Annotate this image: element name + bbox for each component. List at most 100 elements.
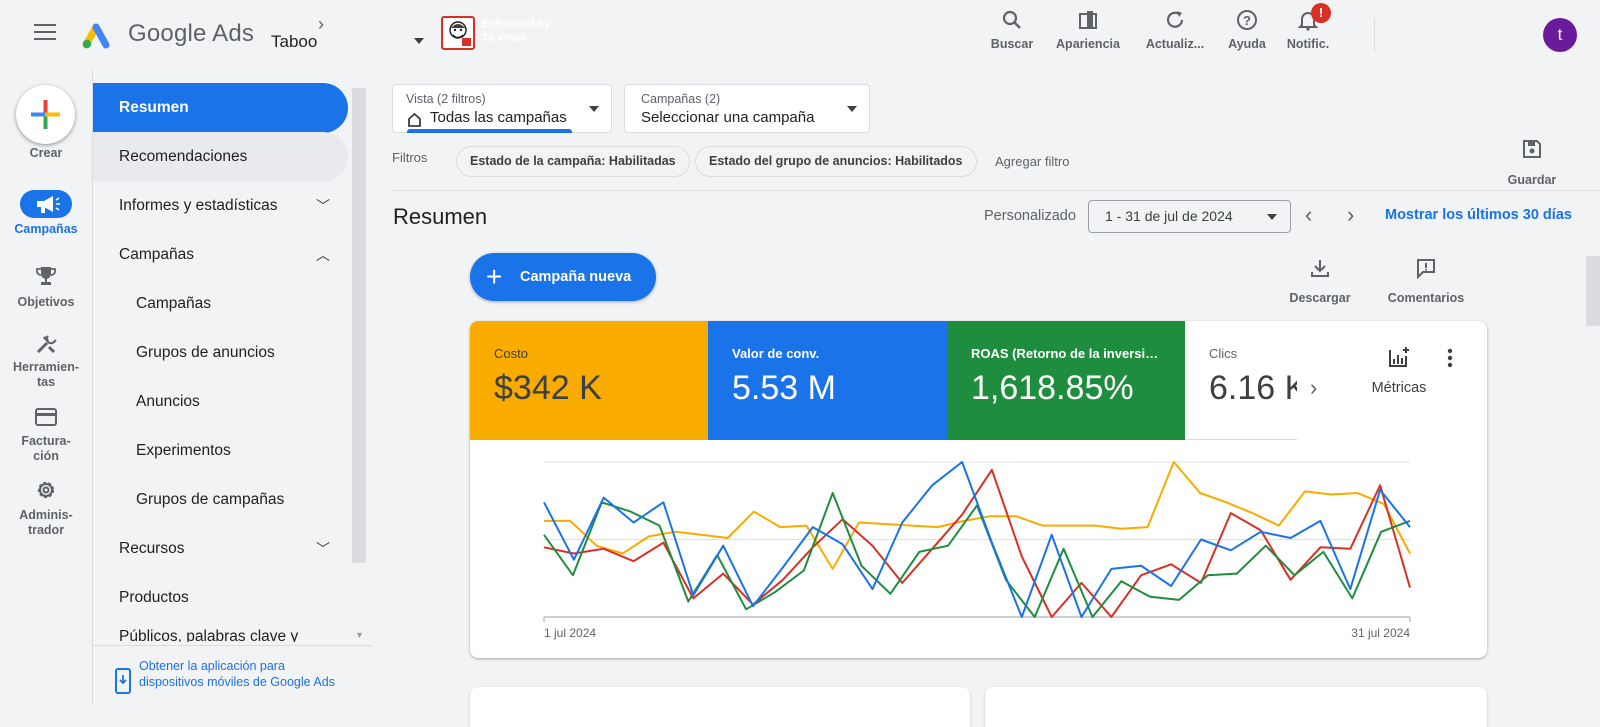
- view-selector-active-indicator: [407, 129, 572, 133]
- chevron-up-icon: ︿: [316, 247, 330, 263]
- menu-item-campanas-sub[interactable]: Campañas: [93, 279, 348, 329]
- menu-item-label: Públicos, palabras clave y: [119, 628, 299, 642]
- nav-campaigns[interactable]: [20, 190, 72, 218]
- show-last-30-days-link[interactable]: Mostrar los últimos 30 días: [1385, 207, 1572, 223]
- mobile-app-promo[interactable]: Obtener la aplicación para dispositivos …: [93, 645, 373, 705]
- menu-item-label: Productos: [119, 589, 189, 606]
- notification-badge: !: [1311, 3, 1331, 23]
- view-selector[interactable]: Vista (2 filtros) Todas las campañas: [392, 84, 612, 133]
- menu-scrollbar[interactable]: [352, 88, 366, 563]
- refresh-button[interactable]: Actualiz...: [1135, 8, 1215, 51]
- account-dropdown-caret-icon[interactable]: [414, 38, 424, 44]
- filters-label: Filtros: [392, 150, 428, 165]
- add-filter-button[interactable]: Agregar filtro: [995, 154, 1069, 169]
- download-button[interactable]: Descargar: [1287, 257, 1353, 305]
- nav-goals-label[interactable]: Objetivos: [0, 295, 92, 310]
- notifications-button[interactable]: ! Notific.: [1268, 3, 1348, 51]
- main-menu-button[interactable]: [34, 24, 56, 42]
- phone-icon: [115, 668, 131, 694]
- scroll-down-arrow-icon[interactable]: ▼: [355, 630, 364, 640]
- download-label: Descargar: [1289, 291, 1351, 305]
- campaign-selector[interactable]: Campañas (2) Seleccionar una campaña: [624, 84, 870, 133]
- help-icon: ?: [1237, 10, 1257, 30]
- appearance-button[interactable]: Apariencia: [1048, 8, 1128, 51]
- series-line-0: [544, 461, 1411, 570]
- nav-billing-label[interactable]: Factura- ción: [0, 434, 92, 464]
- scorecard-roas[interactable]: ROAS (Retorno de la inversión publicitar…: [947, 321, 1187, 440]
- comments-button[interactable]: Comentarios: [1386, 257, 1466, 305]
- extension-text: Enhanced by Ta Vincil: [482, 18, 551, 44]
- gear-icon[interactable]: [34, 478, 58, 502]
- scorecard-name: Clics: [1209, 346, 1238, 361]
- tools-icon[interactable]: [34, 332, 58, 356]
- view-selector-value: Todas las campañas: [430, 109, 567, 126]
- credit-card-icon[interactable]: [34, 407, 58, 427]
- menu-item-grupos-anuncios[interactable]: Grupos de anuncios: [93, 328, 348, 378]
- menu-item-resumen[interactable]: Resumen: [93, 83, 348, 133]
- x-tick-label-end: 31 jul 2024: [1351, 626, 1410, 640]
- chevron-right-icon[interactable]: ›: [318, 14, 324, 35]
- main-content: Vista (2 filtros) Todas las campañas Cam…: [372, 70, 1600, 727]
- section-menu: Resumen Recomendaciones Informes y estad…: [92, 70, 373, 705]
- filter-chip-adgroup-status[interactable]: Estado del grupo de anuncios: Habilitado…: [695, 146, 977, 177]
- extension-logo-icon[interactable]: [441, 16, 475, 50]
- menu-item-label: Informes y estadísticas: [119, 197, 278, 214]
- menu-item-recursos[interactable]: Recursos ﹀: [93, 524, 348, 574]
- metrics-button[interactable]: Métricas: [1355, 345, 1443, 396]
- scorecard-value: 1,618.85%: [971, 369, 1134, 407]
- scorecard-value: 5.53 M: [732, 369, 836, 407]
- scorecard-conv-value[interactable]: Valor de conv. 5.53 M: [708, 321, 951, 440]
- nav-tools-label[interactable]: Herramien- tas: [0, 360, 92, 390]
- primary-nav: Crear Campañas Objetivos Herramien- tas …: [0, 70, 92, 705]
- previous-period-icon[interactable]: ‹: [1305, 202, 1312, 228]
- menu-item-label: Grupos de campañas: [136, 491, 285, 508]
- dropdown-caret-icon: [589, 106, 599, 112]
- menu-item-label: Recomendaciones: [119, 148, 248, 165]
- more-vert-icon[interactable]: [1445, 347, 1455, 369]
- summary-card: [985, 687, 1487, 727]
- menu-item-experimentos[interactable]: Experimentos: [93, 426, 348, 476]
- nav-admin-label[interactable]: Adminis- trador: [0, 508, 92, 538]
- account-name[interactable]: Taboo: [271, 32, 317, 52]
- performance-line-chart: 1 jul 2024 31 jul 2024: [543, 461, 1411, 640]
- comment-icon: [1417, 259, 1435, 280]
- scorecards-next-icon[interactable]: ›: [1310, 375, 1317, 401]
- avatar[interactable]: t: [1543, 18, 1577, 52]
- campaign-selector-value: Seleccionar una campaña: [641, 109, 815, 126]
- scorecard-cost[interactable]: Costo $342 K: [470, 321, 713, 440]
- filter-chip-campaign-status[interactable]: Estado de la campaña: Habilitadas: [456, 146, 690, 177]
- menu-item-anuncios[interactable]: Anuncios: [93, 377, 348, 427]
- new-campaign-button[interactable]: + Campaña nueva: [470, 253, 656, 301]
- metrics-label: Métricas: [1371, 380, 1427, 396]
- refresh-label: Actualiz...: [1145, 37, 1205, 51]
- nav-campaigns-label[interactable]: Campañas: [0, 222, 92, 237]
- trophy-icon[interactable]: [35, 265, 57, 287]
- notifications-label: Notific.: [1286, 37, 1330, 51]
- search-icon: [1002, 10, 1021, 29]
- summary-card: [470, 687, 970, 727]
- scorecard-clicks[interactable]: Clics 6.16 K: [1185, 321, 1297, 440]
- page-scrollbar[interactable]: [1586, 256, 1600, 326]
- menu-item-recomendaciones[interactable]: Recomendaciones: [93, 132, 348, 182]
- menu-item-label: Grupos de anuncios: [136, 344, 275, 361]
- save-button[interactable]: Guardar: [1499, 138, 1565, 187]
- create-label: Crear: [29, 146, 63, 160]
- google-ads-logo: [82, 23, 110, 49]
- search-button[interactable]: Buscar: [972, 8, 1052, 51]
- app-promo-text[interactable]: Obtener la aplicación para dispositivos …: [139, 658, 349, 690]
- period-label: Personalizado: [984, 208, 1076, 224]
- new-campaign-label: Campaña nueva: [520, 269, 632, 285]
- next-period-icon[interactable]: ›: [1347, 202, 1354, 228]
- menu-item-informes[interactable]: Informes y estadísticas ﹀: [93, 181, 348, 231]
- create-button[interactable]: [16, 85, 75, 144]
- date-range-picker[interactable]: 1 - 31 de jul de 2024: [1088, 200, 1291, 233]
- chevron-down-icon: ﹀: [316, 198, 330, 214]
- appearance-label: Apariencia: [1056, 37, 1120, 51]
- scorecard-value: 6.16 K: [1209, 369, 1297, 407]
- product-name: Google Ads: [128, 20, 255, 47]
- dropdown-caret-icon: [1267, 214, 1277, 220]
- menu-item-publicos[interactable]: Públicos, palabras clave y: [93, 612, 348, 642]
- menu-item-grupos-campanas[interactable]: Grupos de campañas: [93, 475, 348, 525]
- menu-item-campanas[interactable]: Campañas ︿: [93, 230, 348, 280]
- dropdown-caret-icon: [847, 106, 857, 112]
